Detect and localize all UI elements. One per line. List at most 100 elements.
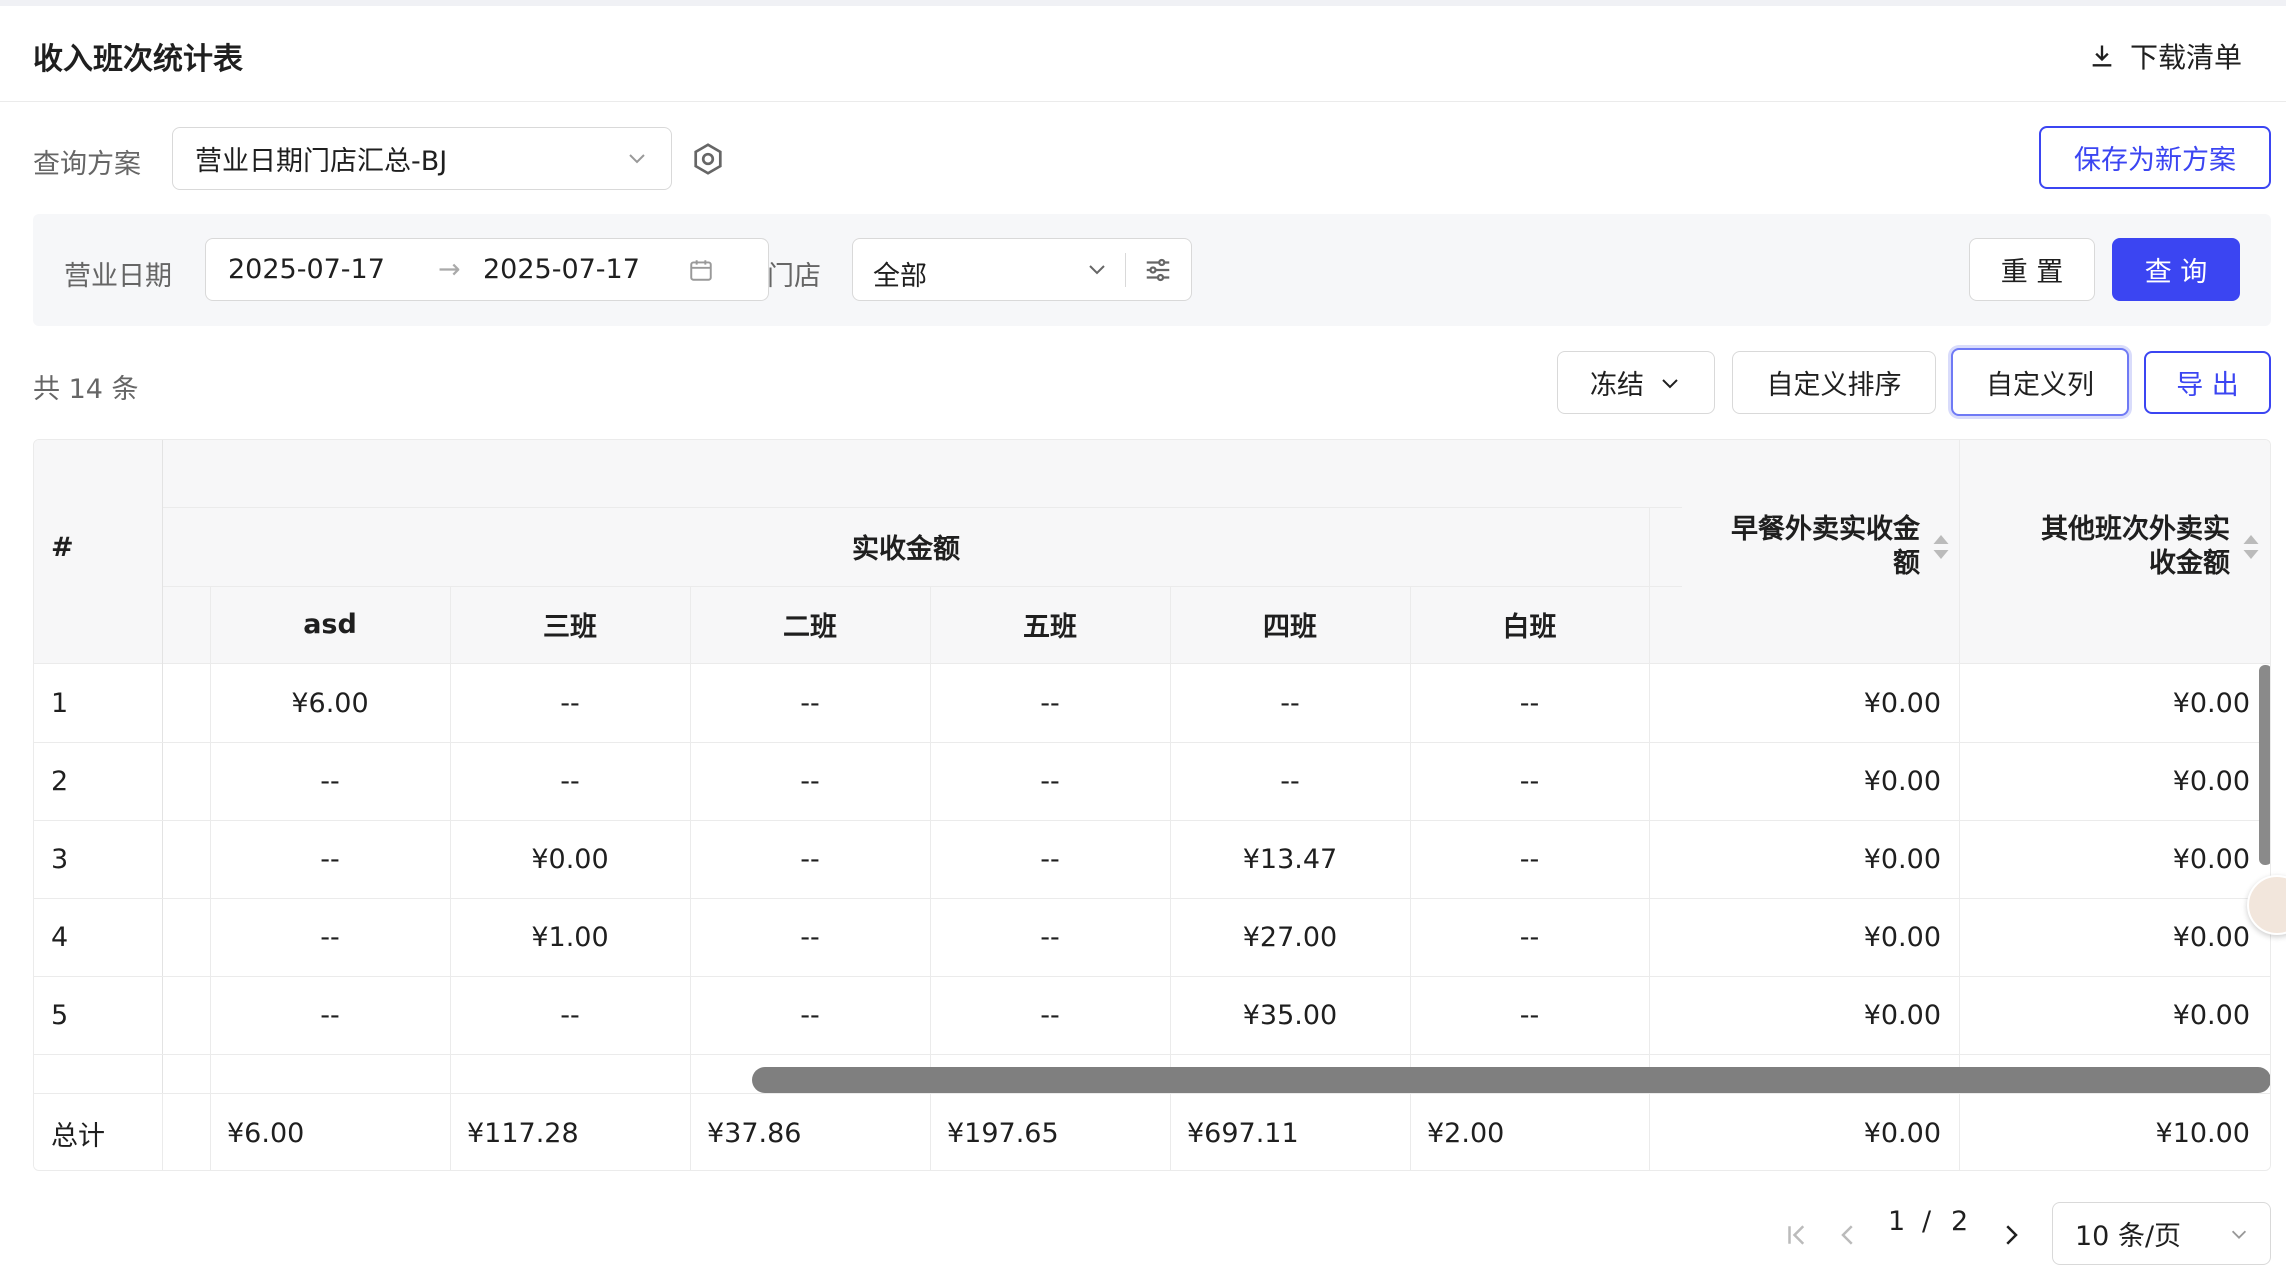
custom-columns-button[interactable]: 自定义列	[1951, 348, 2129, 416]
subheader-shift-3[interactable]: 三班	[450, 586, 690, 663]
reset-button[interactable]: 重 置	[1969, 238, 2095, 301]
cell-breakfast: ¥0.00	[1863, 921, 1941, 953]
total-label: 总计	[51, 1121, 105, 1152]
cell-shift-5: --	[1040, 843, 1060, 875]
save-as-new-scheme-button[interactable]: 保存为新方案	[2039, 126, 2271, 189]
sort-icon[interactable]	[2242, 532, 2260, 562]
header-breakfast-line2: 额	[1893, 548, 1920, 579]
cell-breakfast: ¥0.00	[1863, 765, 1941, 797]
filter-panel: 营业日期 2025-07-17 → 2025-07-17 门店 全部 重 置 查…	[33, 214, 2271, 326]
chevron-down-icon	[1089, 265, 1105, 275]
total-shift-5: ¥197.65	[947, 1118, 1059, 1149]
store-label: 门店	[767, 261, 821, 292]
column-divider	[1170, 1094, 1171, 1170]
cell-asd: --	[320, 921, 340, 953]
date-end[interactable]: 2025-07-17	[483, 254, 640, 285]
header-breakfast-line1: 早餐外卖实收金	[1731, 514, 1920, 545]
query-button[interactable]: 查 询	[2112, 238, 2240, 301]
scheme-value: 营业日期门店汇总-BJ	[195, 146, 448, 177]
cell-shift-2: --	[800, 999, 820, 1031]
total-shift-2: ¥37.86	[707, 1118, 802, 1149]
filter-settings-icon[interactable]	[1143, 255, 1173, 285]
cell-shift-2: --	[800, 921, 820, 953]
header-other-line2: 收金额	[2149, 548, 2230, 579]
page-header: 收入班次统计表 下载清单	[0, 6, 2286, 102]
freeze-dropdown[interactable]: 冻结	[1557, 351, 1715, 414]
total-breakfast: ¥0.00	[1863, 1118, 1941, 1149]
cell-shift-4: --	[1280, 687, 1300, 719]
scheme-label: 查询方案	[33, 149, 141, 180]
download-list-button[interactable]: 下载清单	[2088, 36, 2242, 76]
group-header-received-amount: 实收金额	[852, 534, 960, 565]
column-divider	[450, 1094, 451, 1170]
subheader-shift-2[interactable]: 二班	[690, 586, 930, 663]
horizontal-scrollbar[interactable]	[752, 1067, 2270, 1093]
first-page-icon[interactable]	[1782, 1220, 1812, 1250]
current-page[interactable]: 1	[1888, 1206, 1905, 1237]
header-other-delivery[interactable]: 其他班次外卖实 收金额	[1960, 507, 2230, 587]
cell-shift-2: --	[800, 687, 820, 719]
row-index: 1	[51, 687, 69, 719]
page-title: 收入班次统计表	[33, 42, 243, 77]
cell-day-shift: --	[1519, 999, 1540, 1031]
date-range-arrow: →	[438, 254, 461, 285]
row-divider	[34, 1054, 2270, 1055]
column-divider	[1410, 1094, 1411, 1170]
column-divider	[210, 1094, 211, 1170]
cell-asd: --	[320, 999, 340, 1031]
custom-sort-button[interactable]: 自定义排序	[1732, 351, 1936, 414]
record-count: 共 14 条	[33, 374, 139, 405]
cell-shift-3: --	[560, 687, 580, 719]
row-index: 3	[51, 843, 69, 875]
download-label: 下载清单	[2129, 41, 2242, 74]
calendar-icon	[690, 260, 712, 281]
cell-shift-3: --	[560, 999, 580, 1031]
cell-shift-4: ¥35.00	[1242, 999, 1338, 1031]
store-value: 全部	[873, 261, 927, 292]
download-icon	[2092, 45, 2112, 67]
cell-shift-4: --	[1280, 765, 1300, 797]
column-divider	[690, 1094, 691, 1170]
cell-day-shift: --	[1519, 921, 1540, 953]
header-other-line1: 其他班次外卖实	[2041, 514, 2230, 545]
date-label: 营业日期	[64, 261, 172, 292]
date-start[interactable]: 2025-07-17	[228, 254, 385, 285]
cell-breakfast: ¥0.00	[1863, 687, 1941, 719]
total-pages: 2	[1951, 1206, 1969, 1237]
cell-shift-2: --	[800, 843, 820, 875]
subheader-asd[interactable]: asd	[210, 586, 450, 663]
header-breakfast-delivery[interactable]: 早餐外卖实收金 额	[1650, 507, 1920, 587]
cell-asd: ¥6.00	[291, 687, 369, 719]
cell-shift-5: --	[1040, 765, 1060, 797]
cell-shift-3: --	[560, 765, 580, 797]
row-index: 5	[51, 999, 69, 1031]
vertical-scrollbar[interactable]	[2259, 665, 2270, 865]
row-index: 2	[51, 765, 69, 797]
subheader-shift-5[interactable]: 五班	[930, 586, 1170, 663]
select-divider	[1125, 253, 1126, 287]
date-range-picker[interactable]: 2025-07-17 → 2025-07-17	[205, 238, 769, 301]
cell-other: ¥0.00	[2172, 843, 2250, 875]
cell-day-shift: --	[1519, 843, 1540, 875]
subheader-day-shift[interactable]: 白班	[1410, 586, 1649, 663]
totals-row: 总计 ¥6.00 ¥117.28 ¥37.86 ¥197.65 ¥697.11 …	[34, 1093, 2270, 1170]
cell-breakfast: ¥0.00	[1863, 999, 1941, 1031]
export-button[interactable]: 导 出	[2144, 351, 2271, 414]
cell-other: ¥0.00	[2172, 999, 2250, 1031]
gear-icon[interactable]	[690, 141, 726, 177]
prev-page-icon[interactable]	[1833, 1220, 1863, 1250]
cell-shift-3: ¥0.00	[531, 843, 609, 875]
chevron-down-icon	[629, 154, 645, 164]
subheader-shift-4[interactable]: 四班	[1170, 586, 1410, 663]
chevron-down-icon	[1662, 378, 1678, 388]
store-select[interactable]: 全部	[852, 238, 1192, 301]
cell-breakfast: ¥0.00	[1863, 843, 1941, 875]
page-size-select[interactable]: 10 条/页	[2052, 1202, 2271, 1265]
column-divider	[930, 1094, 931, 1170]
cell-other: ¥0.00	[2172, 765, 2250, 797]
next-page-icon[interactable]	[1996, 1220, 2026, 1250]
scheme-select[interactable]: 营业日期门店汇总-BJ	[172, 127, 672, 190]
total-asd: ¥6.00	[227, 1118, 305, 1149]
page-separator: /	[1922, 1206, 1932, 1237]
sort-icon[interactable]	[1932, 532, 1950, 562]
